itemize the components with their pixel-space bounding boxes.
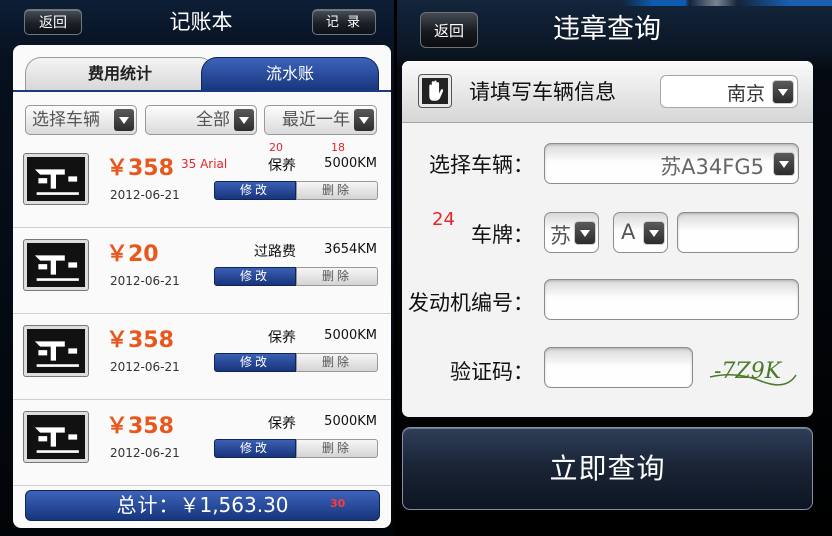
- tab-transaction-log[interactable]: 流水账: [201, 57, 379, 91]
- edit-button[interactable]: 修改: [214, 439, 296, 458]
- record-date: 2012-06-21: [110, 274, 180, 288]
- record-date: 2012-06-21: [110, 360, 180, 374]
- total-value: ￥1,563.30: [179, 493, 289, 517]
- plate-number-input[interactable]: [677, 212, 799, 253]
- km-size-annotation: 18: [331, 141, 345, 154]
- expense-type: 保养: [268, 330, 296, 346]
- delete-button[interactable]: 删除: [296, 439, 378, 458]
- category-filter-dropdown[interactable]: 全部: [145, 105, 257, 135]
- list-item[interactable]: ￥358 保养 5000KM 2012-06-21 修改 删除: [13, 400, 391, 486]
- amount: ￥358: [106, 156, 174, 181]
- chevron-down-icon: [574, 221, 596, 245]
- captcha-label: 验证码：: [450, 360, 534, 384]
- list-item[interactable]: ￥358 35 Arial 20 18 保养 5000KM 2012-06-21…: [13, 141, 391, 228]
- chevron-down-icon: [234, 109, 254, 131]
- ledger-screen: 返回 记账本 记 录 费用统计 流水账 选择车辆 全部 最近一年 ￥358 35…: [0, 0, 394, 536]
- captcha-input[interactable]: [544, 347, 693, 388]
- plate-size-annotation: 24: [432, 209, 455, 230]
- tab-expense-stats[interactable]: 费用统计: [25, 57, 215, 91]
- delete-button[interactable]: 删除: [296, 267, 378, 286]
- record-button[interactable]: 记 录: [312, 9, 376, 35]
- chevron-down-icon: [772, 80, 794, 104]
- total-bar: 总计：￥1,563.30: [25, 490, 380, 521]
- card-header: 请填写车辆信息 南京: [402, 61, 813, 123]
- chevron-down-icon: [643, 221, 665, 245]
- page-title: 记账本: [169, 10, 233, 34]
- ledger-card: 费用统计 流水账 选择车辆 全部 最近一年 ￥358 35 Arial 20 1…: [13, 45, 391, 528]
- hand-stop-icon: [419, 75, 451, 107]
- page-title: 违章查询: [553, 14, 661, 45]
- plate-letter-dropdown[interactable]: A: [613, 212, 668, 253]
- back-button[interactable]: 返回: [24, 9, 82, 35]
- car-wrench-icon: [24, 412, 88, 462]
- car-wrench-icon: [24, 326, 88, 376]
- plate-letter-value: A: [621, 220, 636, 244]
- list-item[interactable]: ￥20 过路费 3654KM 2012-06-21 修改 删除: [13, 228, 391, 314]
- edit-button[interactable]: 修改: [214, 353, 296, 372]
- tab-underline: [13, 90, 391, 92]
- record-date: 2012-06-21: [110, 446, 180, 460]
- vehicle-info-card: 请填写车辆信息 南京 选择车辆： 苏A34FG5 24 车牌： 苏 A 发动机编…: [402, 61, 813, 417]
- plate-label: 车牌：: [471, 223, 534, 247]
- vehicle-select[interactable]: 苏A34FG5: [544, 143, 799, 184]
- edit-button[interactable]: 修改: [214, 181, 296, 200]
- chevron-down-icon: [773, 152, 795, 176]
- expense-type: 过路费: [254, 244, 296, 260]
- vehicle-filter-value: 选择车辆: [32, 110, 100, 130]
- corner-decoration: [622, 0, 832, 6]
- engine-label: 发动机编号：: [408, 291, 534, 315]
- chevron-down-icon: [354, 109, 374, 131]
- font-size-annotation: 35 Arial: [181, 157, 228, 171]
- section-label: 请填写车辆信息: [469, 80, 616, 104]
- total-label: 总计：: [116, 493, 180, 517]
- car-wrench-icon: [24, 154, 88, 204]
- mileage: 5000KM: [324, 156, 377, 171]
- city-value: 南京: [726, 83, 765, 105]
- captcha-image[interactable]: -7Z9K: [706, 351, 800, 389]
- edit-button[interactable]: 修改: [214, 267, 296, 286]
- plate-province-dropdown[interactable]: 苏: [544, 212, 599, 253]
- engine-number-input[interactable]: [544, 279, 799, 320]
- amount: ￥358: [106, 328, 174, 353]
- vehicle-label: 选择车辆：: [429, 153, 534, 177]
- amount: ￥20: [106, 242, 159, 267]
- violation-query-screen: 返回 违章查询 请填写车辆信息 南京 选择车辆： 苏A34FG5 24 车牌： …: [397, 0, 832, 536]
- total-size-annotation: 30: [330, 497, 346, 510]
- vehicle-value: 苏A34FG5: [660, 155, 764, 179]
- list-item[interactable]: ￥358 保养 5000KM 2012-06-21 修改 删除: [13, 314, 391, 400]
- delete-button[interactable]: 删除: [296, 181, 378, 200]
- mileage: 5000KM: [324, 414, 377, 429]
- record-date: 2012-06-21: [110, 188, 180, 202]
- plate-province-value: 苏: [550, 224, 571, 248]
- query-now-button[interactable]: 立即查询: [402, 427, 813, 510]
- back-button[interactable]: 返回: [420, 12, 478, 48]
- expense-type: 保养: [268, 158, 296, 174]
- delete-button[interactable]: 删除: [296, 353, 378, 372]
- car-wrench-icon: [24, 240, 88, 290]
- type-size-annotation: 20: [269, 141, 283, 154]
- chevron-down-icon: [114, 109, 134, 131]
- amount: ￥358: [106, 414, 174, 439]
- period-filter-value: 最近一年: [282, 110, 350, 130]
- captcha-text: -7Z9K: [714, 359, 783, 384]
- mileage: 3654KM: [324, 242, 377, 257]
- category-filter-value: 全部: [196, 110, 230, 130]
- city-dropdown[interactable]: 南京: [660, 75, 798, 108]
- period-filter-dropdown[interactable]: 最近一年: [264, 105, 377, 135]
- mileage: 5000KM: [324, 328, 377, 343]
- expense-type: 保养: [268, 416, 296, 432]
- vehicle-filter-dropdown[interactable]: 选择车辆: [25, 105, 137, 135]
